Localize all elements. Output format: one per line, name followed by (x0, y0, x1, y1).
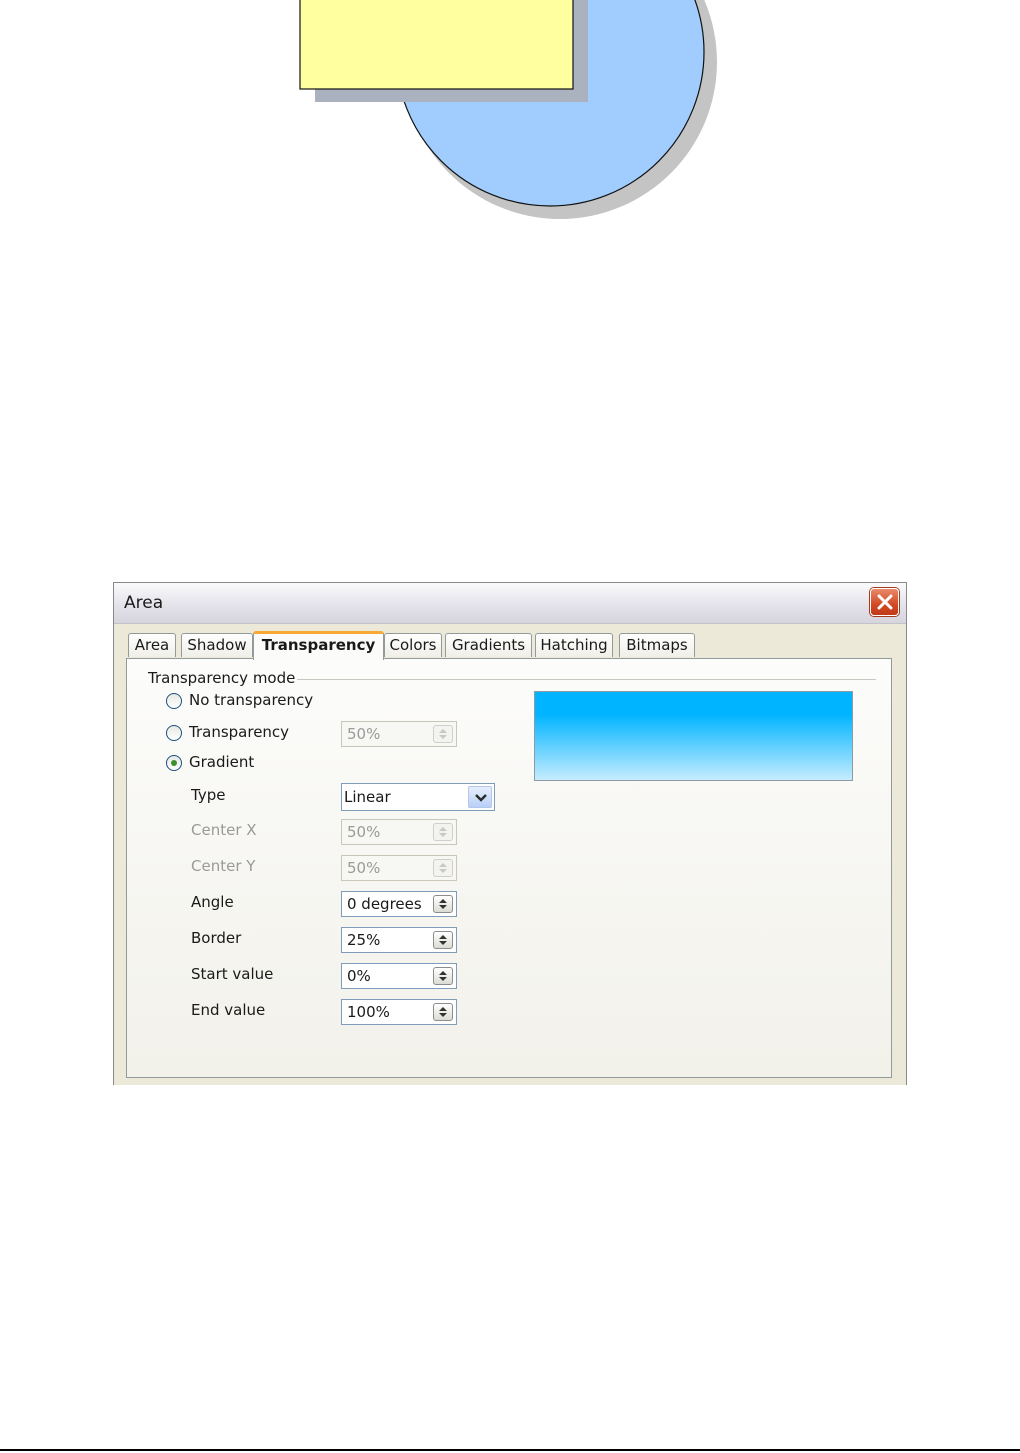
tab-hatching[interactable]: Hatching (535, 633, 613, 657)
gradient-radio[interactable] (166, 755, 182, 771)
spin-arrows-icon[interactable] (433, 895, 453, 913)
tab-area[interactable]: Area (128, 633, 176, 657)
center-x-field: 50% (341, 819, 457, 845)
drawing-illustration (299, 0, 717, 219)
gradient-label[interactable]: Gradient (189, 753, 254, 771)
group-divider (297, 679, 876, 680)
gradient-preview (534, 691, 853, 781)
no-transparency-radio[interactable] (166, 693, 182, 709)
dialog-titlebar[interactable]: Area (114, 583, 906, 624)
no-transparency-label[interactable]: No transparency (189, 691, 313, 709)
tab-shadow[interactable]: Shadow (181, 633, 253, 657)
spin-arrows-icon[interactable] (433, 1003, 453, 1021)
tab-colors[interactable]: Colors (384, 633, 442, 657)
rectangle-shape[interactable] (299, 0, 574, 90)
transparency-radio[interactable] (166, 725, 182, 741)
angle-label: Angle (191, 893, 234, 911)
spin-arrows-icon (433, 725, 453, 743)
area-dialog: Area Area Shadow Transparency Colors Gra… (113, 582, 907, 1085)
tab-bitmaps[interactable]: Bitmaps (619, 633, 695, 657)
transparency-label[interactable]: Transparency (189, 723, 289, 741)
end-value-field[interactable]: 100% (341, 999, 457, 1025)
spin-arrows-icon[interactable] (433, 931, 453, 949)
center-y-label: Center Y (191, 857, 256, 875)
angle-field[interactable]: 0 degrees (341, 891, 457, 917)
end-value-label: End value (191, 1001, 266, 1019)
transparency-panel: Transparency mode No transparency Transp… (126, 658, 892, 1078)
dialog-title: Area (124, 593, 164, 613)
spin-arrows-icon (433, 823, 453, 841)
spin-arrows-icon (433, 859, 453, 877)
radio-selected-dot (171, 760, 177, 766)
center-y-field: 50% (341, 855, 457, 881)
start-value-field[interactable]: 0% (341, 963, 457, 989)
gradient-type-select[interactable]: Linear (341, 783, 495, 811)
center-x-label: Center X (191, 821, 257, 839)
tab-transparency[interactable]: Transparency (253, 631, 384, 660)
start-value-label: Start value (191, 965, 274, 983)
close-icon (877, 594, 893, 610)
chevron-down-icon[interactable] (468, 786, 492, 808)
page-bottom-rule (0, 1449, 1020, 1451)
type-label: Type (191, 786, 226, 804)
transparency-percent-field: 50% (341, 721, 457, 747)
spin-arrows-icon[interactable] (433, 967, 453, 985)
tab-gradients[interactable]: Gradients (445, 633, 532, 657)
border-field[interactable]: 25% (341, 927, 457, 953)
close-button[interactable] (870, 588, 899, 616)
transparency-mode-label: Transparency mode (148, 669, 296, 687)
border-label: Border (191, 929, 242, 947)
